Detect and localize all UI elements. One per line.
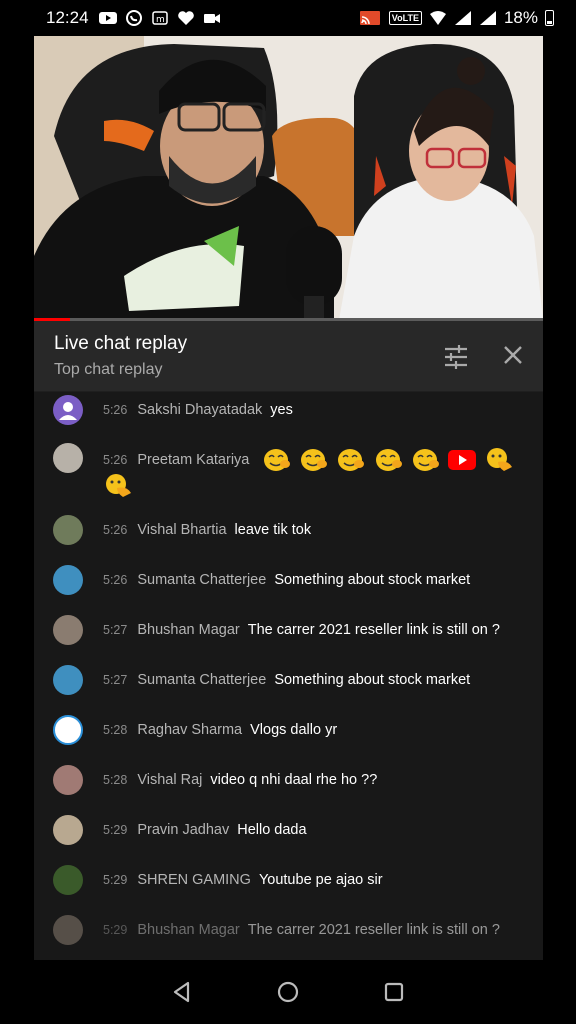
notification-icons: m: [98, 10, 221, 26]
avatar[interactable]: [53, 865, 83, 895]
back-icon[interactable]: [170, 980, 194, 1004]
chat-header: Live chat replay Top chat replay: [34, 321, 543, 392]
cast-icon: [359, 11, 380, 25]
message-time: 5:27: [103, 673, 128, 687]
message-author[interactable]: Vishal Bhartia: [137, 522, 226, 538]
filter-settings-icon[interactable]: [443, 344, 469, 370]
chat-message: 5:26 Sumanta Chatterjee Something about st…: [34, 565, 543, 595]
message-time: 5:26: [103, 523, 128, 537]
message-author[interactable]: Bhushan Magar: [137, 922, 239, 938]
signal-icon: [454, 11, 471, 25]
message-author[interactable]: Sumanta Chatterjee: [137, 672, 266, 688]
wifi-icon: [429, 11, 446, 25]
signal-icon-2: [479, 11, 496, 25]
avatar[interactable]: [53, 915, 83, 945]
message-author[interactable]: Pravin Jadhav: [137, 822, 229, 838]
video-frame: [34, 36, 543, 320]
message-text: Hello dada: [237, 822, 307, 838]
message-author[interactable]: Vishal Raj: [137, 772, 202, 788]
close-icon[interactable]: [501, 343, 525, 367]
avatar[interactable]: [53, 815, 83, 845]
recents-icon[interactable]: [382, 980, 406, 1004]
message-text: Something about stock market: [274, 672, 471, 688]
message-time: 5:28: [103, 723, 128, 737]
message-author[interactable]: Sumanta Chatterjee: [137, 572, 266, 588]
avatar[interactable]: [53, 615, 83, 645]
battery-percent: 18%: [503, 8, 538, 27]
chat-message: 5:26 Preetam Katariya: [34, 443, 543, 499]
hushed-hand-emoji-icon: [486, 448, 512, 471]
avatar[interactable]: [53, 395, 83, 425]
message-time: 5:26: [103, 452, 128, 467]
message-text: Vlogs dallo yr: [250, 722, 338, 738]
message-author[interactable]: SHREN GAMING: [137, 872, 251, 888]
status-time: 12:24: [46, 8, 89, 27]
yummy-face-emoji-icon: [338, 449, 365, 471]
chat-message: 5:26 Sakshi Dhayatadak yes: [34, 395, 543, 425]
chat-message: 5:29 Pravin Jadhav Hello dada: [34, 815, 543, 845]
battery-icon: [545, 10, 554, 26]
message-text: The carrer 2021 reseller link is still o…: [247, 622, 500, 638]
mail-notification-icon: m: [151, 11, 168, 25]
message-time: 5:29: [103, 873, 128, 887]
message-text: yes: [270, 402, 293, 418]
message-author[interactable]: Raghav Sharma: [137, 722, 242, 738]
person-icon: [59, 402, 77, 420]
video-player[interactable]: [34, 36, 543, 320]
chat-message: 5:27 Sumanta Chatterjee Something about st…: [34, 665, 543, 695]
whatsapp-notification-icon: [125, 10, 142, 26]
message-time: 5:26: [103, 573, 128, 587]
live-chat-panel: Live chat replay Top chat replay 5:26 Sak…: [34, 321, 543, 960]
message-time: 5:27: [103, 623, 128, 637]
yummy-face-emoji-icon: [412, 449, 439, 471]
avatar[interactable]: [53, 715, 83, 745]
avatar[interactable]: [53, 443, 83, 473]
svg-text:m: m: [156, 15, 165, 25]
yummy-face-emoji-icon: [375, 449, 402, 471]
navigation-bar: [0, 960, 576, 1024]
chat-message: 5:28 Raghav Sharma Vlogs dallo yr: [34, 715, 543, 745]
yummy-face-emoji-icon: [301, 449, 328, 471]
message-time: 5:29: [103, 923, 128, 937]
video-notification-icon: [203, 14, 220, 23]
youtube-notification-icon: [98, 12, 117, 24]
message-author[interactable]: Sakshi Dhayatadak: [137, 402, 262, 418]
hushed-hand-emoji-icon: [106, 474, 131, 497]
chat-message: 5:29 SHREN GAMING Youtube pe ajao sir: [34, 865, 543, 895]
home-icon[interactable]: [276, 980, 300, 1004]
volte-badge: VoLTE: [388, 11, 422, 25]
message-author[interactable]: Preetam Katariya: [137, 452, 249, 468]
avatar[interactable]: [53, 515, 83, 545]
message-text: The carrer 2021 reseller link is still o…: [247, 922, 500, 938]
avatar[interactable]: [53, 665, 83, 695]
yummy-face-emoji-icon: [264, 449, 291, 471]
message-text: leave tik tok: [234, 522, 312, 538]
avatar[interactable]: [53, 765, 83, 795]
chat-message: 5:26 Vishal Bhartia leave tik tok: [34, 515, 543, 545]
message-author[interactable]: Bhushan Magar: [137, 622, 239, 638]
message-text: Something about stock market: [274, 572, 471, 588]
status-bar: 12:24 m VoLTE 18%: [0, 0, 576, 36]
chat-message: 5:28 Vishal Raj video q nhi daal rhe ho ??: [34, 765, 543, 795]
message-time: 5:28: [103, 773, 128, 787]
chat-message: 5:27 Bhushan Magar The carrer 2021 reselle…: [34, 615, 543, 645]
avatar[interactable]: [53, 565, 83, 595]
youtube-logo-emoji-icon: [447, 450, 476, 470]
message-text: video q nhi daal rhe ho ??: [210, 772, 378, 788]
message-time: 5:26: [103, 403, 128, 417]
heart-notification-icon: [177, 11, 194, 25]
message-time: 5:29: [103, 823, 128, 837]
chat-message: 5:29 Bhushan Magar The carrer 2021 reselle…: [34, 915, 543, 945]
message-text: Youtube pe ajao sir: [258, 872, 383, 888]
system-icons: VoLTE 18%: [358, 8, 554, 28]
